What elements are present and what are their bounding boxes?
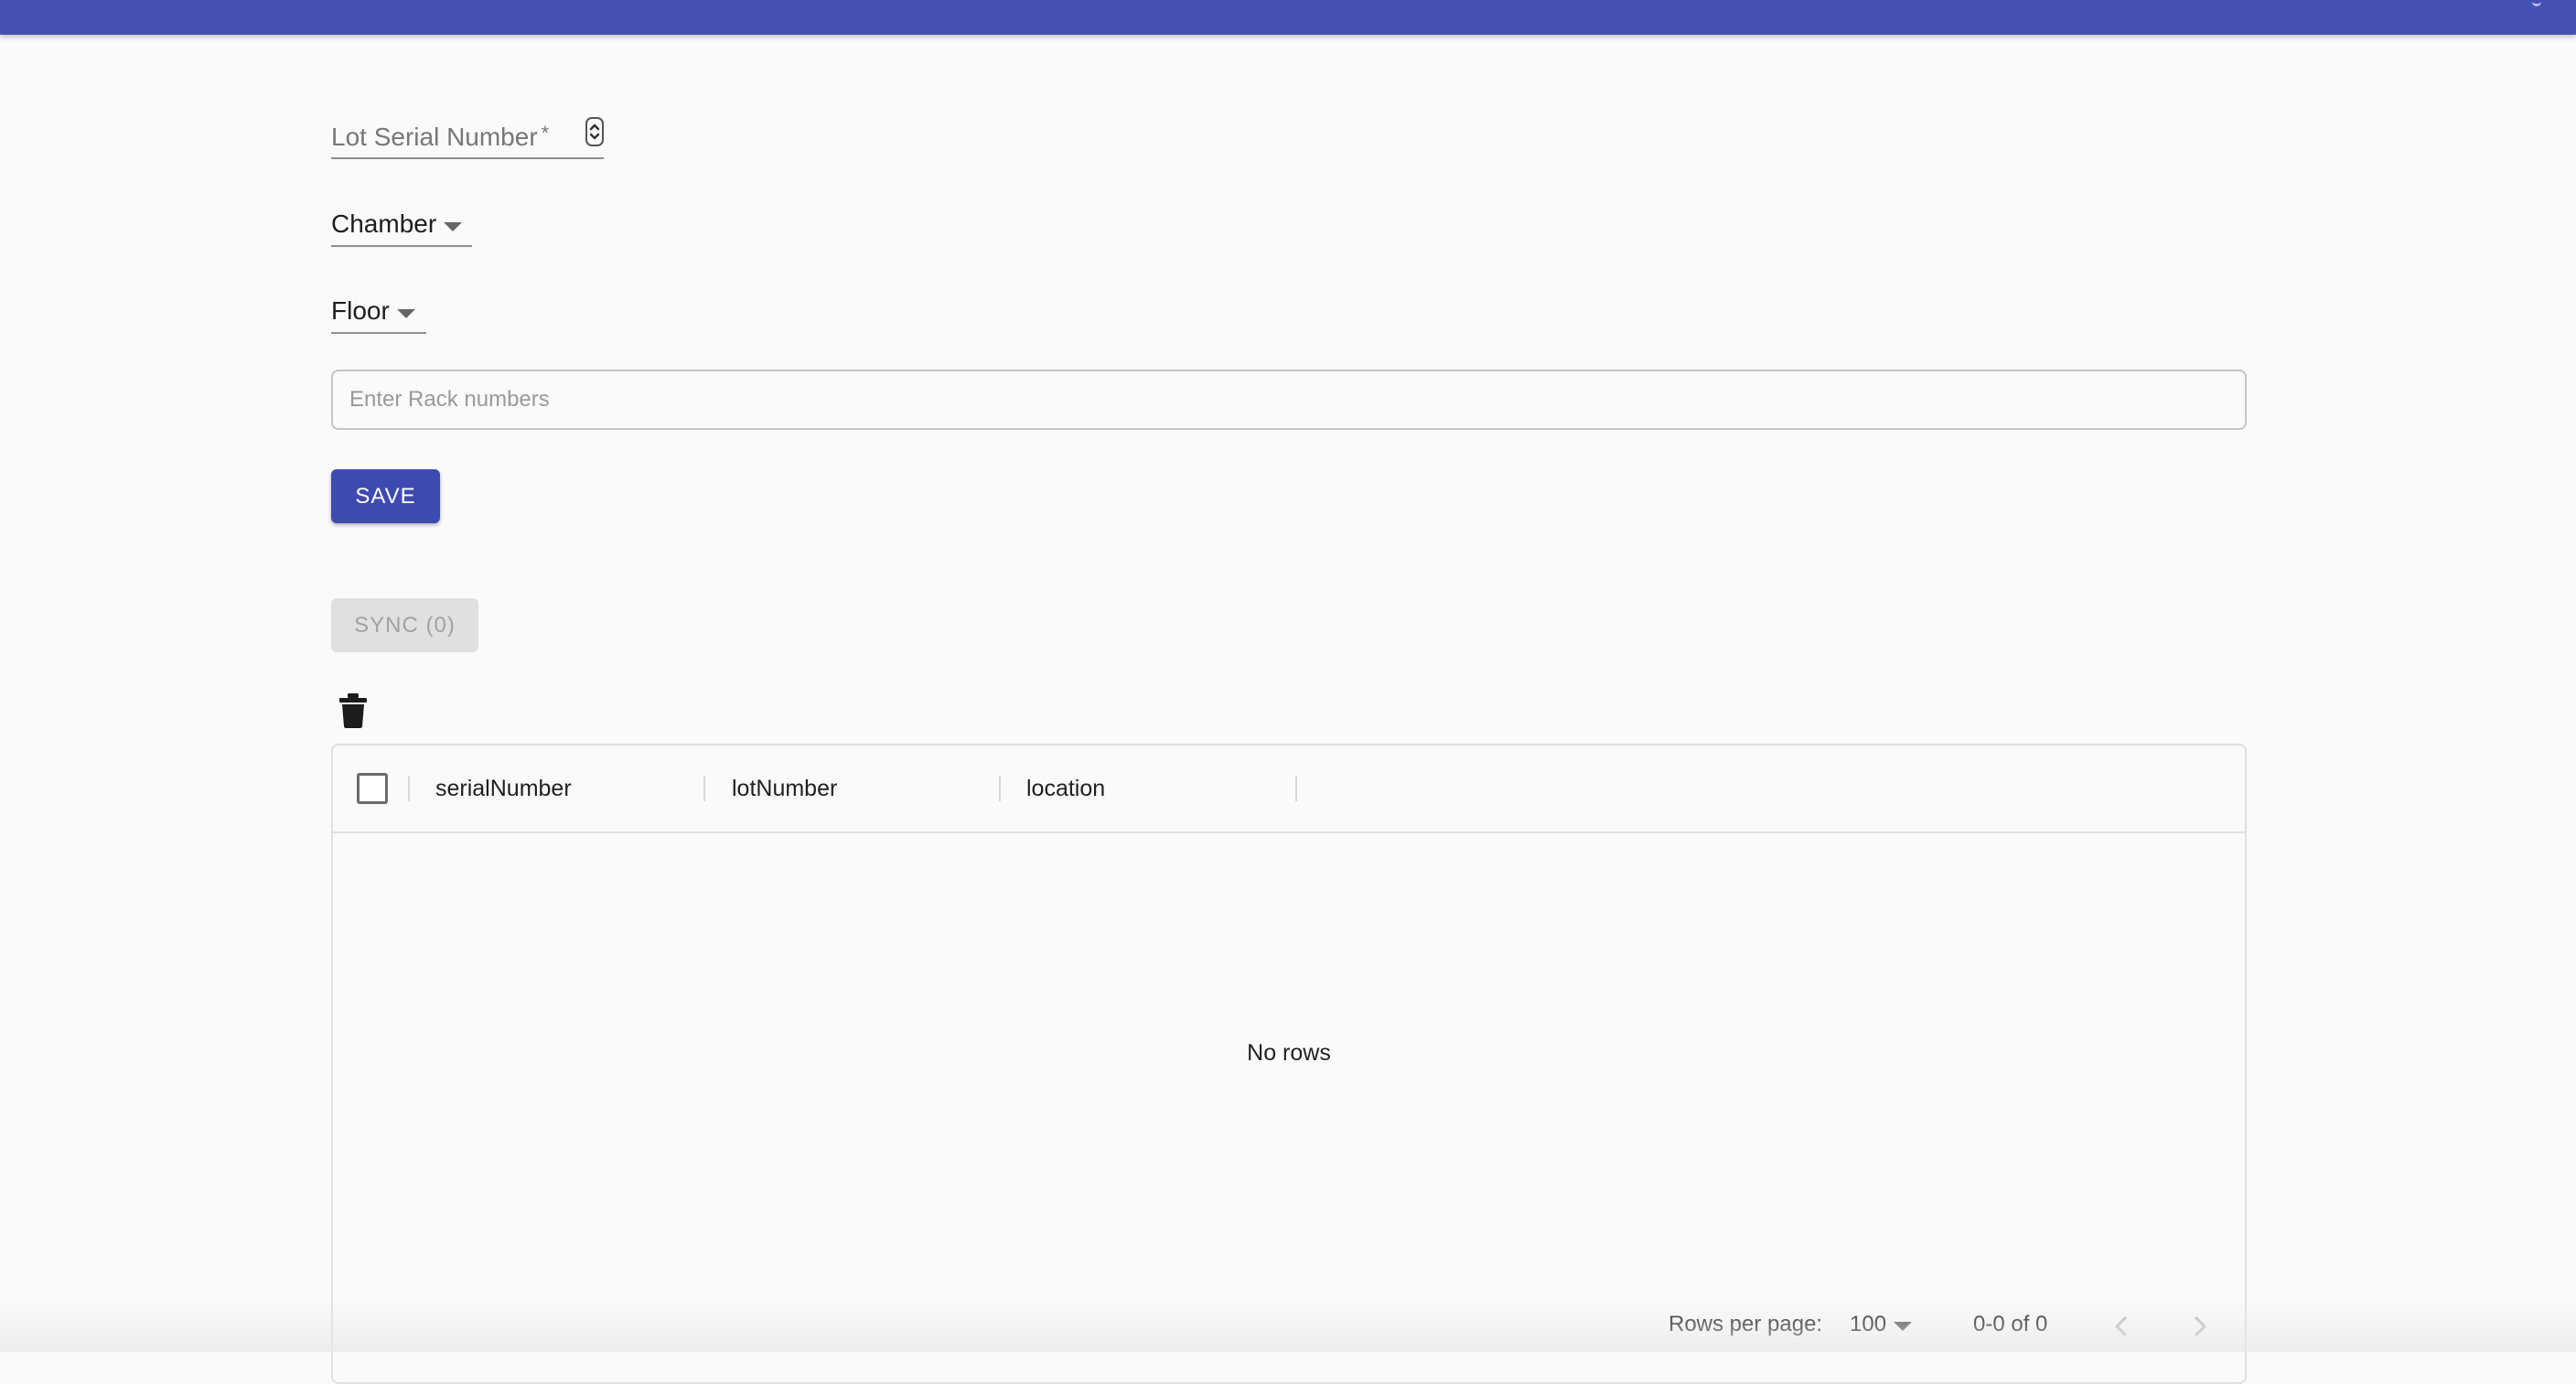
column-header-location[interactable]: location <box>1026 773 1105 804</box>
chevron-down-icon <box>444 222 463 231</box>
select-all-checkbox[interactable] <box>357 773 388 804</box>
pagination-range: 0-0 of 0 <box>1973 1312 2048 1336</box>
rack-numbers-input[interactable] <box>331 370 2247 430</box>
stepper-icon[interactable] <box>585 117 604 146</box>
floor-select-label: Floor <box>331 296 390 325</box>
trash-icon[interactable] <box>338 692 368 729</box>
column-separator[interactable] <box>408 776 410 801</box>
rows-per-page-select[interactable]: 100 <box>1850 1309 1913 1340</box>
save-button[interactable]: SAVE <box>331 469 440 523</box>
chevron-down-icon <box>396 309 415 318</box>
column-separator[interactable] <box>703 776 705 801</box>
column-header-lot-number[interactable]: lotNumber <box>732 773 837 804</box>
rows-per-page-value: 100 <box>1850 1312 1887 1336</box>
chevron-left-icon[interactable] <box>2108 1313 2135 1340</box>
topbar-corner-icon[interactable] <box>2532 0 2541 6</box>
lot-serial-number-field[interactable]: Lot Serial Number * <box>331 115 604 159</box>
column-separator[interactable] <box>999 776 1001 801</box>
grid-header: serialNumber lotNumber location <box>333 746 2245 833</box>
empty-state-message: No rows <box>1247 1040 1331 1066</box>
app-top-bar <box>0 0 2576 35</box>
column-separator[interactable] <box>1295 776 1297 801</box>
column-header-serial-number[interactable]: serialNumber <box>435 773 572 804</box>
rows-per-page-label: Rows per page: <box>1669 1312 1823 1336</box>
chamber-select[interactable]: Chamber <box>331 203 472 247</box>
chevron-right-icon[interactable] <box>2186 1313 2214 1340</box>
chamber-select-label: Chamber <box>331 209 437 238</box>
lot-serial-number-label: Lot Serial Number * <box>331 121 550 151</box>
chevron-down-icon <box>1894 1322 1913 1331</box>
sync-button[interactable]: SYNC (0) <box>331 598 478 652</box>
data-grid: serialNumber lotNumber location No rows … <box>331 744 2247 1384</box>
floor-select[interactable]: Floor <box>331 290 426 334</box>
